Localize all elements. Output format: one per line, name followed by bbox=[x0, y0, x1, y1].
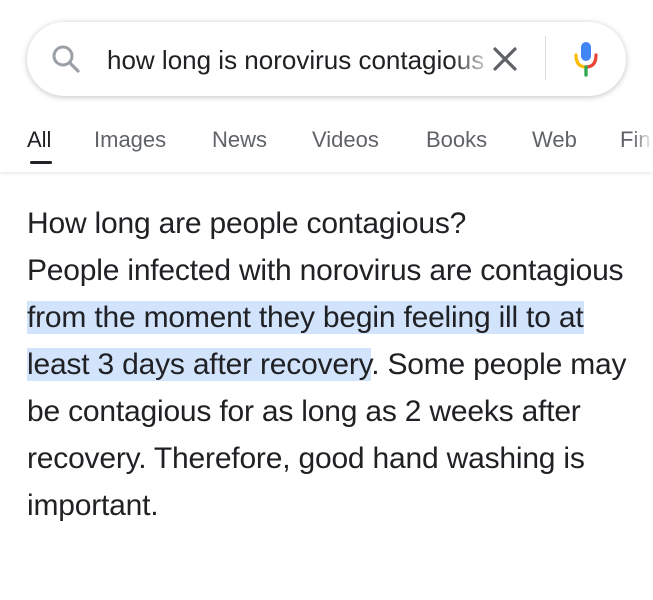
tab-books[interactable]: Books bbox=[426, 126, 487, 154]
featured-snippet: How long are people contagious? People i… bbox=[27, 200, 627, 529]
snippet-lead-text: People infected with norovirus are conta… bbox=[27, 254, 624, 287]
search-input[interactable]: how long is norovirus contagious bbox=[107, 44, 491, 76]
tab-images[interactable]: Images bbox=[94, 126, 166, 154]
search-header: how long is norovirus contagious All Ima… bbox=[0, 0, 653, 172]
active-tab-indicator bbox=[30, 161, 52, 164]
tab-all[interactable]: All bbox=[27, 126, 51, 154]
search-icon[interactable] bbox=[51, 44, 81, 74]
search-box[interactable]: how long is norovirus contagious bbox=[27, 22, 626, 96]
snippet-heading: How long are people contagious? bbox=[27, 207, 467, 240]
tab-web[interactable]: Web bbox=[532, 126, 577, 154]
search-tabs: All Images News Videos Books Web Fin bbox=[0, 120, 653, 164]
tab-videos[interactable]: Videos bbox=[312, 126, 379, 154]
tabs-fade bbox=[633, 120, 653, 164]
mic-icon[interactable] bbox=[573, 40, 599, 78]
close-icon[interactable] bbox=[488, 42, 522, 76]
tab-news[interactable]: News bbox=[212, 126, 267, 154]
search-divider bbox=[545, 36, 546, 80]
